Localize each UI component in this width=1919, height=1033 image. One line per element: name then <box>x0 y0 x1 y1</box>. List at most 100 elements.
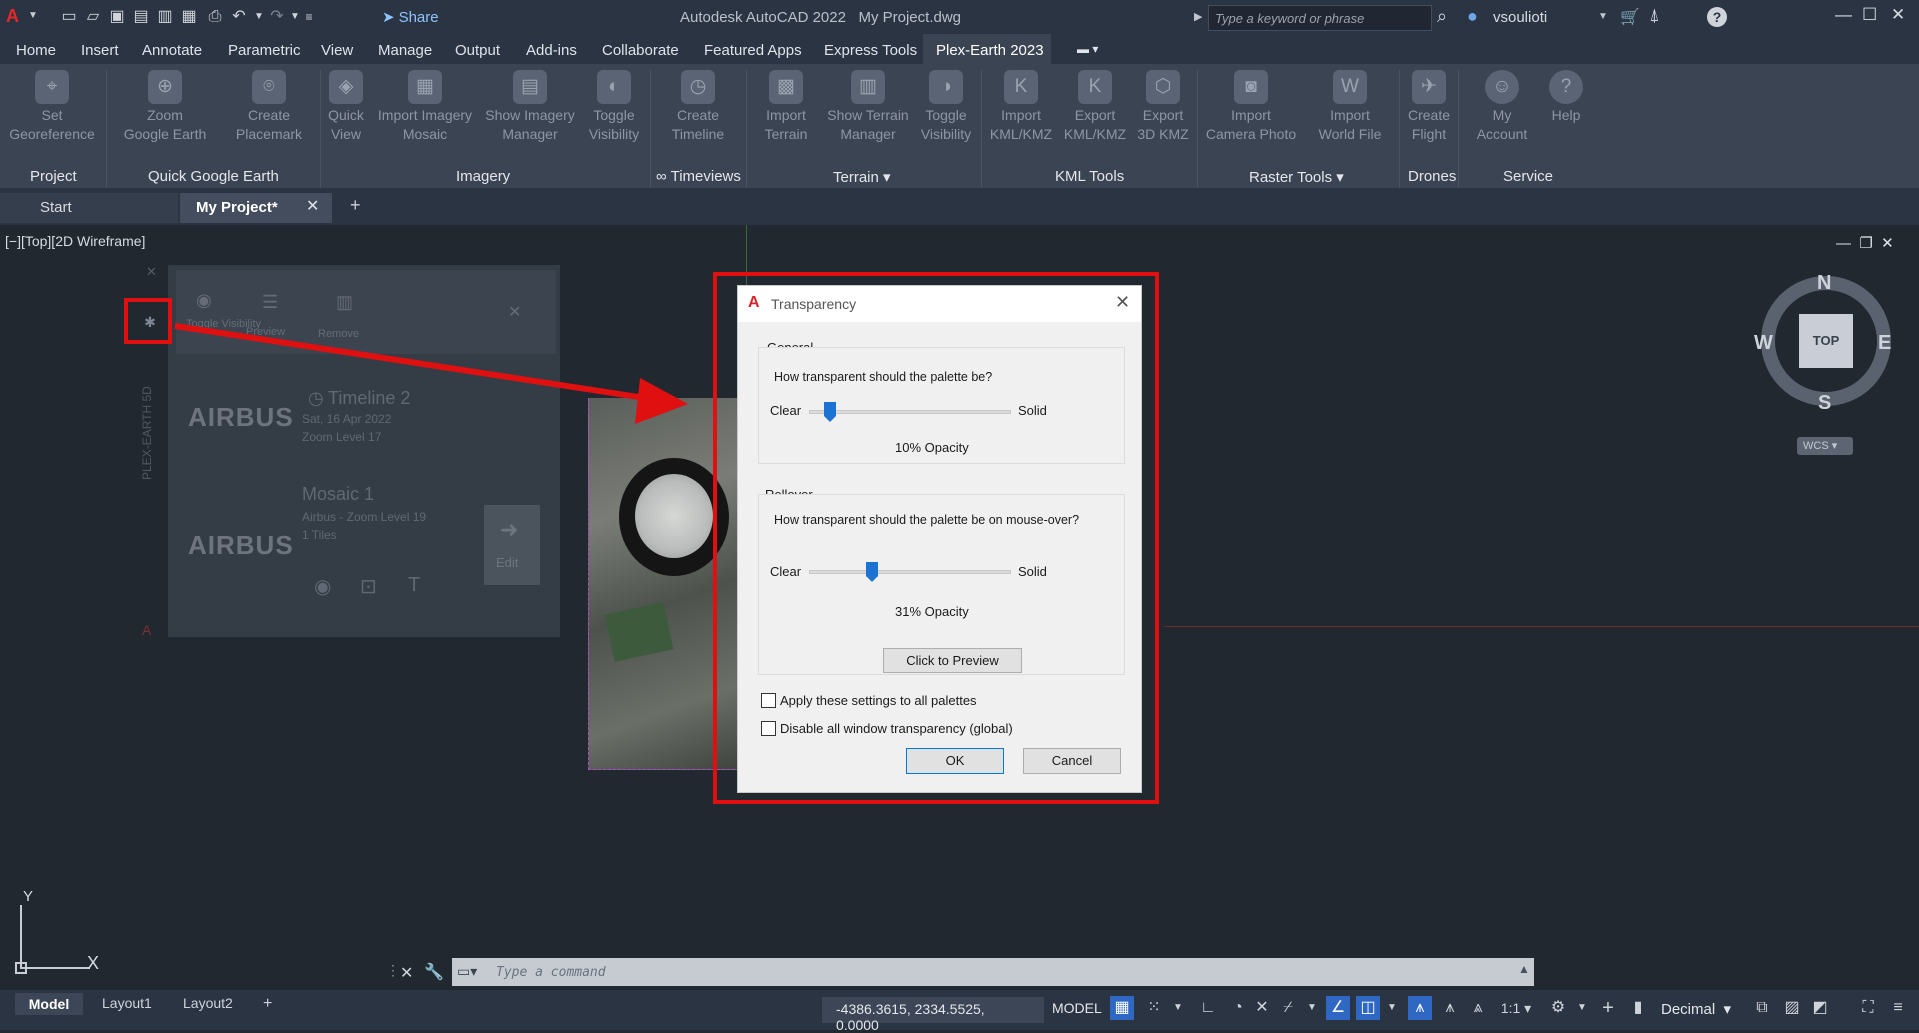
ribbon-display-toggle-icon[interactable]: ▬ ▾ <box>1077 42 1098 56</box>
undo-icon[interactable]: ↶ <box>228 6 250 28</box>
item-title[interactable]: Timeline 2 <box>328 388 410 409</box>
customize-qat-icon[interactable]: ≡ <box>298 6 320 28</box>
panel-timeviews[interactable]: ∞ Timeviews <box>656 168 741 185</box>
apply-all-palettes-label[interactable]: Apply these settings to all palettes <box>780 693 977 708</box>
tab-annotate[interactable]: Annotate <box>142 42 202 59</box>
close-tab-icon[interactable]: ✕ <box>306 196 319 216</box>
user-name[interactable]: vsoulioti <box>1493 9 1547 26</box>
command-line[interactable] <box>452 958 1534 986</box>
toolbar-remove[interactable]: Remove <box>318 328 359 340</box>
save-web-icon[interactable]: ▦ <box>178 6 200 28</box>
toolbar-preview[interactable]: Preview <box>246 326 285 338</box>
help-button[interactable]: ? Help <box>1511 70 1621 125</box>
annotation-monitor-icon[interactable]: + <box>1596 996 1620 1020</box>
customization-menu-icon[interactable]: ≡ <box>1886 996 1910 1020</box>
eye-icon[interactable]: ◉ <box>314 574 331 599</box>
tab-collaborate[interactable]: Collaborate <box>602 42 679 59</box>
isometric-icon[interactable]: ✕ <box>1250 996 1274 1020</box>
plot-icon[interactable]: ⎙ <box>204 6 226 28</box>
cursor-coordinates[interactable]: -4386.3615, 2334.5525, 0.0000 <box>822 997 1044 1033</box>
compass-east[interactable]: E <box>1878 332 1891 355</box>
save-icon[interactable]: ▣ <box>106 6 128 28</box>
search-expand-icon[interactable]: ▶ <box>1194 10 1202 23</box>
viewport-controls-label[interactable]: [−][Top][2D Wireframe] <box>5 233 145 249</box>
trash-icon[interactable]: ▥ <box>336 292 353 313</box>
workspace-chevron-icon[interactable]: ▼ <box>1570 996 1594 1020</box>
viewcube-top-face[interactable]: TOP <box>1799 314 1853 368</box>
maximize-icon[interactable]: ☐ <box>1862 5 1877 25</box>
user-icon[interactable]: ● <box>1467 6 1478 27</box>
tab-home[interactable]: Home <box>16 42 56 59</box>
import-imagery-mosaic-button[interactable]: ▦ Import Imagery Mosaic <box>370 70 480 144</box>
preview-button[interactable]: Click to Preview <box>883 648 1022 673</box>
clean-screen-icon[interactable]: ⛶ <box>1856 996 1880 1020</box>
app-menu-chevron-icon[interactable]: ▼ <box>28 10 38 21</box>
tab-output[interactable]: Output <box>455 42 500 59</box>
model-space-toggle[interactable]: MODEL <box>1052 1000 1102 1016</box>
transparency-icon[interactable]: ◫ <box>1356 996 1380 1020</box>
general-opacity-slider[interactable] <box>809 402 1011 422</box>
cancel-button[interactable]: Cancel <box>1023 748 1121 774</box>
open-folder-icon[interactable]: ▱ <box>82 6 104 28</box>
search-icon[interactable]: ⌕ <box>1437 6 1447 27</box>
workspace-gear-icon[interactable]: ⚙ <box>1546 996 1570 1020</box>
wcs-menu-button[interactable]: WCS ▾ <box>1797 437 1853 455</box>
command-input[interactable]: Type a command <box>496 965 606 980</box>
edit-button[interactable]: ➜ Edit <box>484 505 540 585</box>
grid-icon[interactable]: ▦ <box>1110 996 1134 1020</box>
command-grip-icon[interactable]: ⋮ <box>386 962 400 979</box>
share-button[interactable]: ➤ Share <box>382 8 439 26</box>
tab-model[interactable]: Model <box>15 993 83 1015</box>
tab-plex-earth[interactable]: Plex-Earth 2023 <box>936 42 1044 59</box>
tab-express-tools[interactable]: Express Tools <box>824 42 917 59</box>
rollover-slider-thumb[interactable] <box>866 562 878 582</box>
open-web-icon[interactable]: ▥ <box>154 6 176 28</box>
eye-icon[interactable]: ◉ <box>196 290 212 311</box>
list-icon[interactable]: ☰ <box>262 292 278 313</box>
isolate-objects-icon[interactable]: ◩ <box>1808 996 1832 1020</box>
annotation-scale-value[interactable]: 1:1 ▾ <box>1496 996 1536 1020</box>
zoom-google-earth-button[interactable]: ⊕ Zoom Google Earth <box>110 70 220 144</box>
auto-scale-icon[interactable]: ⩚ <box>1438 996 1462 1020</box>
tab-layout1[interactable]: Layout1 <box>102 995 152 1011</box>
user-chevron-icon[interactable]: ▼ <box>1598 11 1608 22</box>
search-input[interactable]: Type a keyword or phrase <box>1208 5 1432 31</box>
minimize-icon[interactable]: — <box>1835 5 1852 25</box>
lock-ui-icon[interactable]: ▨ <box>1780 996 1804 1020</box>
tab-featured-apps[interactable]: Featured Apps <box>704 42 802 59</box>
disable-global-transparency-checkbox[interactable] <box>761 721 776 736</box>
compass-west[interactable]: W <box>1754 332 1773 355</box>
tab-layout2[interactable]: Layout2 <box>183 995 233 1011</box>
units-dropdown[interactable]: Decimal ▾ <box>1661 1000 1731 1018</box>
a360-icon[interactable]: ⍋ <box>1649 5 1660 26</box>
polar-icon[interactable]: ◔ <box>1226 996 1250 1020</box>
dialog-close-icon[interactable]: ✕ <box>1115 292 1130 313</box>
quick-properties-icon[interactable]: ⧉ <box>1750 996 1774 1020</box>
compass-south[interactable]: S <box>1818 392 1831 415</box>
new-file-icon[interactable]: ▭ <box>58 6 80 28</box>
tab-insert[interactable]: Insert <box>81 42 119 59</box>
osnap-chevron-icon[interactable]: ▼ <box>1300 996 1324 1020</box>
cart-icon[interactable]: 🛒 <box>1620 7 1640 27</box>
selection-chevron-icon[interactable]: ▼ <box>1380 996 1404 1020</box>
help-icon[interactable]: ? <box>1707 7 1727 27</box>
snap-chevron-icon[interactable]: ▼ <box>1166 996 1190 1020</box>
tab-manage[interactable]: Manage <box>378 42 432 59</box>
close-icon[interactable]: ✕ <box>1891 5 1905 25</box>
tab-add-ins[interactable]: Add-ins <box>526 42 577 59</box>
panel-raster-tools[interactable]: Raster Tools ▾ <box>1249 168 1344 186</box>
command-close-icon[interactable]: ✕ <box>400 963 413 983</box>
save-as-icon[interactable]: ▤ <box>130 6 152 28</box>
autocad-logo-icon[interactable]: A <box>6 6 19 27</box>
dialog-titlebar[interactable]: A Transparency ✕ <box>738 286 1141 322</box>
units-icon[interactable]: ▮ <box>1626 996 1650 1020</box>
command-customize-icon[interactable]: 🔧 <box>424 962 444 982</box>
tab-parametric[interactable]: Parametric <box>228 42 301 59</box>
import-camera-photo-button[interactable]: ◙ Import Camera Photo <box>1196 70 1306 144</box>
ortho-icon[interactable]: ∟ <box>1196 996 1220 1020</box>
palette-close-icon[interactable]: ✕ <box>146 264 157 280</box>
object-snap-tracking-icon[interactable]: ⌿ <box>1276 996 1300 1020</box>
compass-north[interactable]: N <box>1817 272 1831 295</box>
apply-all-palettes-checkbox[interactable] <box>761 693 776 708</box>
annotation-scale-icon[interactable]: ⩓ <box>1466 996 1490 1020</box>
